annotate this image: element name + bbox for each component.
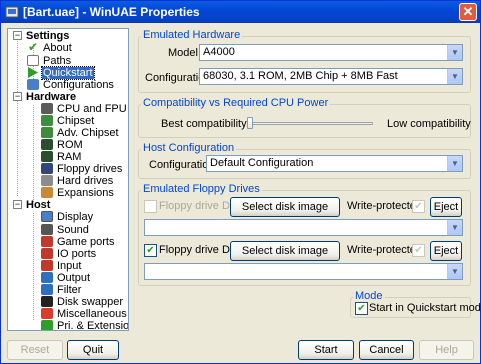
tree-item-input[interactable]: Input — [41, 260, 82, 272]
tree-item-disk-swapper[interactable]: Disk swapper — [41, 296, 124, 308]
df1-path-dropdown[interactable]: ▼ — [144, 263, 463, 280]
rom-chip-icon — [41, 139, 53, 150]
paths-document-icon — [27, 55, 39, 66]
model-dropdown[interactable]: A4000 ▼ — [199, 44, 463, 61]
quickstart-mode-label: Start in Quickstart mode — [369, 302, 481, 314]
quickstart-play-icon — [27, 67, 39, 78]
quickstart-mode-checkbox[interactable]: ✔ — [355, 302, 368, 315]
tree-item-ram[interactable]: RAM — [41, 151, 82, 163]
winuae-app-icon — [5, 6, 19, 18]
best-compatibility-label: Best compatibility — [161, 118, 247, 130]
model-value: A4000 — [203, 46, 235, 58]
tree-item-cpu-fpu[interactable]: CPU and FPU — [41, 103, 128, 115]
df1-checkbox[interactable]: ✔ — [144, 244, 157, 257]
df1-select-disk-button[interactable]: Select disk image — [230, 241, 340, 261]
emulated-hardware-label: Emulated Hardware — [141, 29, 243, 41]
tree-item-chipset[interactable]: Chipset — [41, 115, 95, 127]
hardware-configuration-dropdown[interactable]: 68030, 3.1 ROM, 2MB Chip + 8MB Fast ▼ — [199, 68, 463, 85]
help-button[interactable]: Help — [419, 340, 474, 360]
quit-button[interactable]: Quit — [67, 340, 119, 360]
host-configuration-value: Default Configuration — [210, 157, 314, 169]
compatibility-slider-thumb[interactable] — [247, 117, 253, 129]
filter-icon — [41, 284, 53, 295]
close-button[interactable]: ✕ — [459, 3, 477, 21]
collapse-settings-icon[interactable]: − — [13, 31, 22, 40]
df0-write-protected-checkbox[interactable]: ✔ — [412, 200, 425, 213]
host-configuration-label: Host Configuration — [141, 142, 237, 154]
expansions-icon — [41, 187, 53, 198]
tree-line — [17, 41, 18, 196]
joystick-icon — [41, 236, 53, 247]
df0-eject-button[interactable]: Eject — [430, 197, 462, 217]
tree-item-expansions[interactable]: Expansions — [41, 187, 115, 199]
model-dropdown-arrow-icon[interactable]: ▼ — [447, 45, 462, 60]
df0-select-disk-button[interactable]: Select disk image — [230, 197, 340, 217]
sound-speaker-icon — [41, 224, 53, 235]
hardware-configuration-dropdown-arrow-icon[interactable]: ▼ — [447, 69, 462, 84]
window-title: [Bart.uae] - WinUAE Properties — [23, 5, 200, 19]
model-label: Model: — [168, 47, 202, 59]
input-icon — [41, 260, 53, 271]
tree-item-configurations[interactable]: Configurations — [27, 79, 115, 91]
cpu-chip-icon — [41, 103, 53, 114]
disk-swapper-icon — [41, 296, 53, 307]
tree-item-paths[interactable]: Paths — [27, 55, 72, 67]
df0-path-dropdown[interactable]: ▼ — [144, 219, 463, 236]
tree-item-filter[interactable]: Filter — [41, 284, 82, 296]
compatibility-label: Compatibility vs Required CPU Power — [141, 97, 331, 109]
floppy-disk-icon — [41, 163, 53, 174]
host-configuration-dropdown-arrow-icon[interactable]: ▼ — [447, 156, 462, 171]
properties-window: [Bart.uae] - WinUAE Properties ✕ − Setti… — [0, 0, 481, 364]
tree-item-about[interactable]: ✔ About — [27, 40, 73, 54]
hard-drive-icon — [41, 175, 53, 186]
tree-item-host[interactable]: Host — [25, 199, 51, 211]
tree-item-quickstart[interactable]: Quickstart — [27, 66, 95, 80]
about-checkmark-icon: ✔ — [27, 40, 39, 54]
tree-item-output[interactable]: Output — [41, 272, 91, 284]
display-monitor-icon — [41, 211, 53, 222]
chipset-icon — [41, 115, 53, 126]
io-ports-icon — [41, 248, 53, 259]
compatibility-slider-track[interactable] — [247, 122, 373, 125]
ram-chip-icon — [41, 151, 53, 162]
tree-item-display[interactable]: Display — [41, 211, 94, 223]
adv-chipset-icon — [41, 127, 53, 138]
pri-extensions-icon — [41, 320, 53, 330]
df1-eject-button[interactable]: Eject — [430, 241, 462, 261]
tree-line — [33, 105, 34, 202]
host-configuration-dropdown[interactable]: Default Configuration ▼ — [206, 155, 463, 172]
tree-line — [33, 213, 34, 320]
df1-write-protected-checkbox[interactable]: ✔ — [412, 244, 425, 257]
tree-item-miscellaneous[interactable]: Miscellaneous — [41, 308, 128, 320]
tree-item-game-ports[interactable]: Game ports — [41, 236, 115, 248]
output-icon — [41, 272, 53, 283]
collapse-host-icon[interactable]: − — [13, 200, 22, 209]
mode-label: Mode — [353, 290, 385, 302]
tree-item-sound[interactable]: Sound — [41, 224, 90, 236]
hardware-configuration-value: 68030, 3.1 ROM, 2MB Chip + 8MB Fast — [203, 70, 398, 82]
settings-tree[interactable]: − Settings ✔ About Paths Quickstart Confi… — [7, 28, 129, 331]
tree-item-hardware[interactable]: Hardware — [25, 91, 77, 103]
df1-write-protected-label: Write-protected — [347, 244, 422, 256]
title-bar[interactable]: [Bart.uae] - WinUAE Properties ✕ — [1, 1, 480, 23]
tree-item-floppy-drives[interactable]: Floppy drives — [41, 163, 123, 175]
tree-item-io-ports[interactable]: IO ports — [41, 248, 97, 260]
df0-path-dropdown-arrow-icon[interactable]: ▼ — [447, 220, 462, 235]
tree-item-hard-drives[interactable]: Hard drives — [41, 175, 114, 187]
df0-write-protected-label: Write-protected — [347, 200, 422, 212]
start-button[interactable]: Start — [298, 340, 354, 360]
collapse-hardware-icon[interactable]: − — [13, 92, 22, 101]
tree-item-pri-extensions[interactable]: Pri. & Extensions — [41, 320, 128, 330]
miscellaneous-icon — [41, 308, 53, 319]
low-compatibility-label: Low compatibility — [387, 118, 471, 130]
df0-checkbox[interactable] — [144, 200, 157, 213]
cancel-button[interactable]: Cancel — [359, 340, 414, 360]
reset-button[interactable]: Reset — [7, 340, 63, 360]
configurations-icon — [27, 79, 39, 90]
tree-item-adv-chipset[interactable]: Adv. Chipset — [41, 127, 120, 139]
floppy-drives-label: Emulated Floppy Drives — [141, 183, 262, 195]
tree-item-rom[interactable]: ROM — [41, 139, 84, 151]
df1-path-dropdown-arrow-icon[interactable]: ▼ — [447, 264, 462, 279]
